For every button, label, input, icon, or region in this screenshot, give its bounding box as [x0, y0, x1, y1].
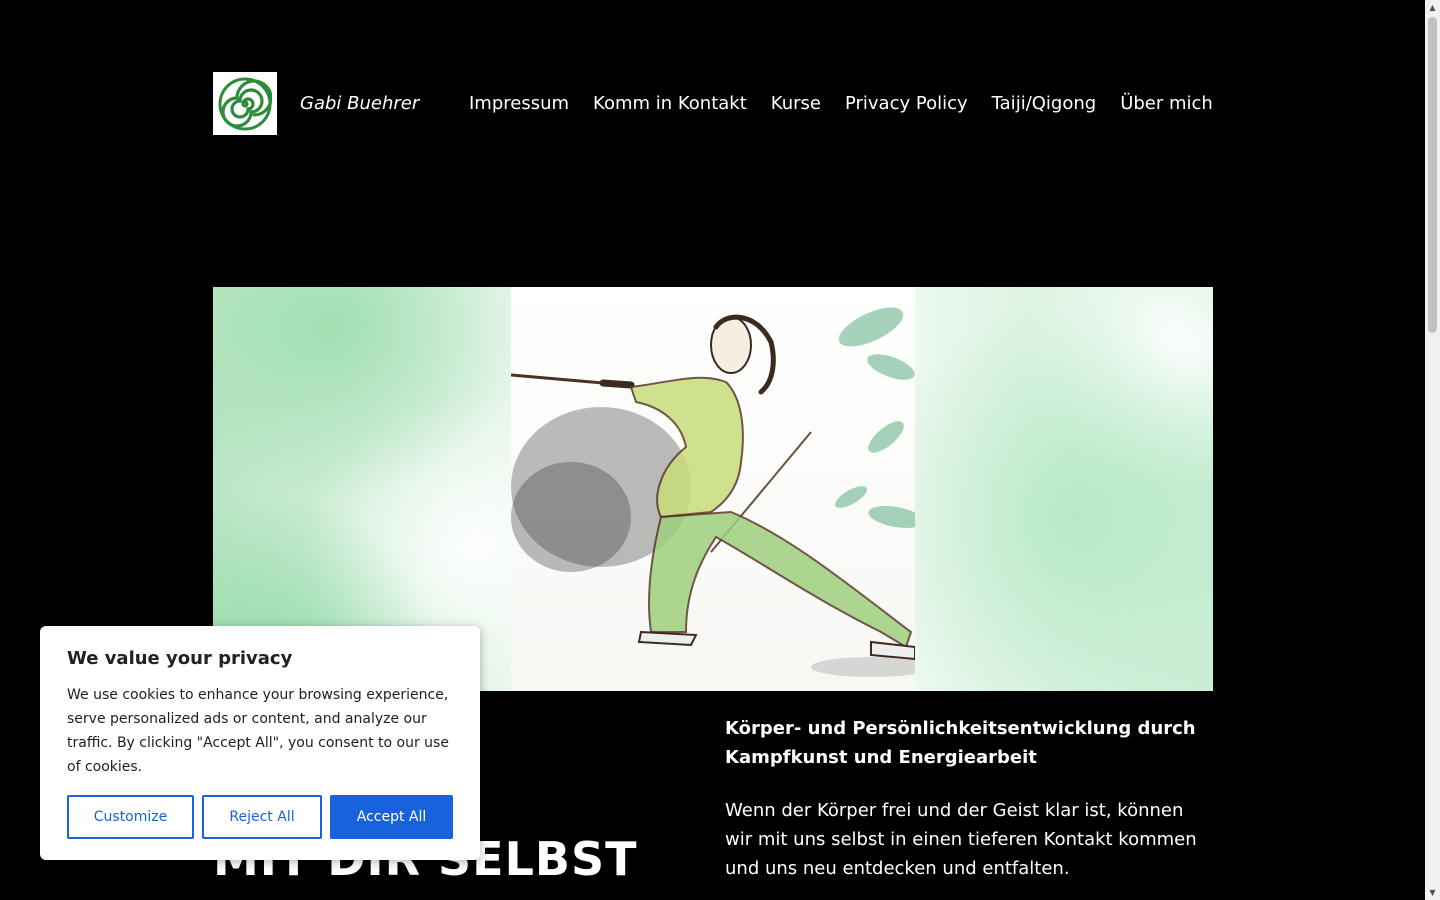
- reject-all-button[interactable]: Reject All: [202, 795, 322, 839]
- cookie-button-group: Customize Reject All Accept All: [67, 795, 453, 839]
- scrollbar-thumb[interactable]: [1428, 17, 1437, 333]
- intro-section: Körper- und Persönlichkeitsentwicklung d…: [725, 714, 1205, 883]
- taiji-sword-painting-icon: [510, 287, 931, 691]
- cookie-banner-title: We value your privacy: [67, 648, 293, 669]
- nav-item-privacy-policy[interactable]: Privacy Policy: [845, 93, 968, 114]
- cookie-banner-text: We use cookies to enhance your browsing …: [67, 687, 449, 775]
- site-header: Gabi Buehrer Impressum Komm in Kontakt K…: [213, 72, 1213, 135]
- scroll-up-arrow-icon[interactable]: ▲: [1425, 0, 1440, 15]
- main-navigation: Impressum Komm in Kontakt Kurse Privacy …: [469, 93, 1213, 114]
- lead-text: Körper- und Persönlichkeitsentwicklung d…: [725, 718, 1196, 768]
- customize-button[interactable]: Customize: [67, 795, 194, 839]
- spiral-logo-icon: [218, 77, 272, 130]
- nav-item-ueber-mich[interactable]: Über mich: [1120, 93, 1213, 114]
- site-logo[interactable]: [213, 72, 277, 135]
- cookie-consent-banner: We value your privacy We use cookies to …: [40, 626, 480, 860]
- nav-item-komm-in-kontakt[interactable]: Komm in Kontakt: [593, 93, 747, 114]
- vertical-scrollbar[interactable]: ▲ ▼: [1425, 0, 1440, 900]
- nav-item-taiji-qigong[interactable]: Taiji/Qigong: [992, 93, 1097, 114]
- nav-item-kurse[interactable]: Kurse: [771, 93, 821, 114]
- accept-all-button[interactable]: Accept All: [330, 795, 453, 839]
- scroll-down-arrow-icon[interactable]: ▼: [1425, 885, 1440, 900]
- nav-item-impressum[interactable]: Impressum: [469, 93, 569, 114]
- body-text: Wenn der Körper frei und der Geist klar …: [725, 800, 1197, 879]
- site-title-link[interactable]: Gabi Buehrer: [300, 93, 446, 114]
